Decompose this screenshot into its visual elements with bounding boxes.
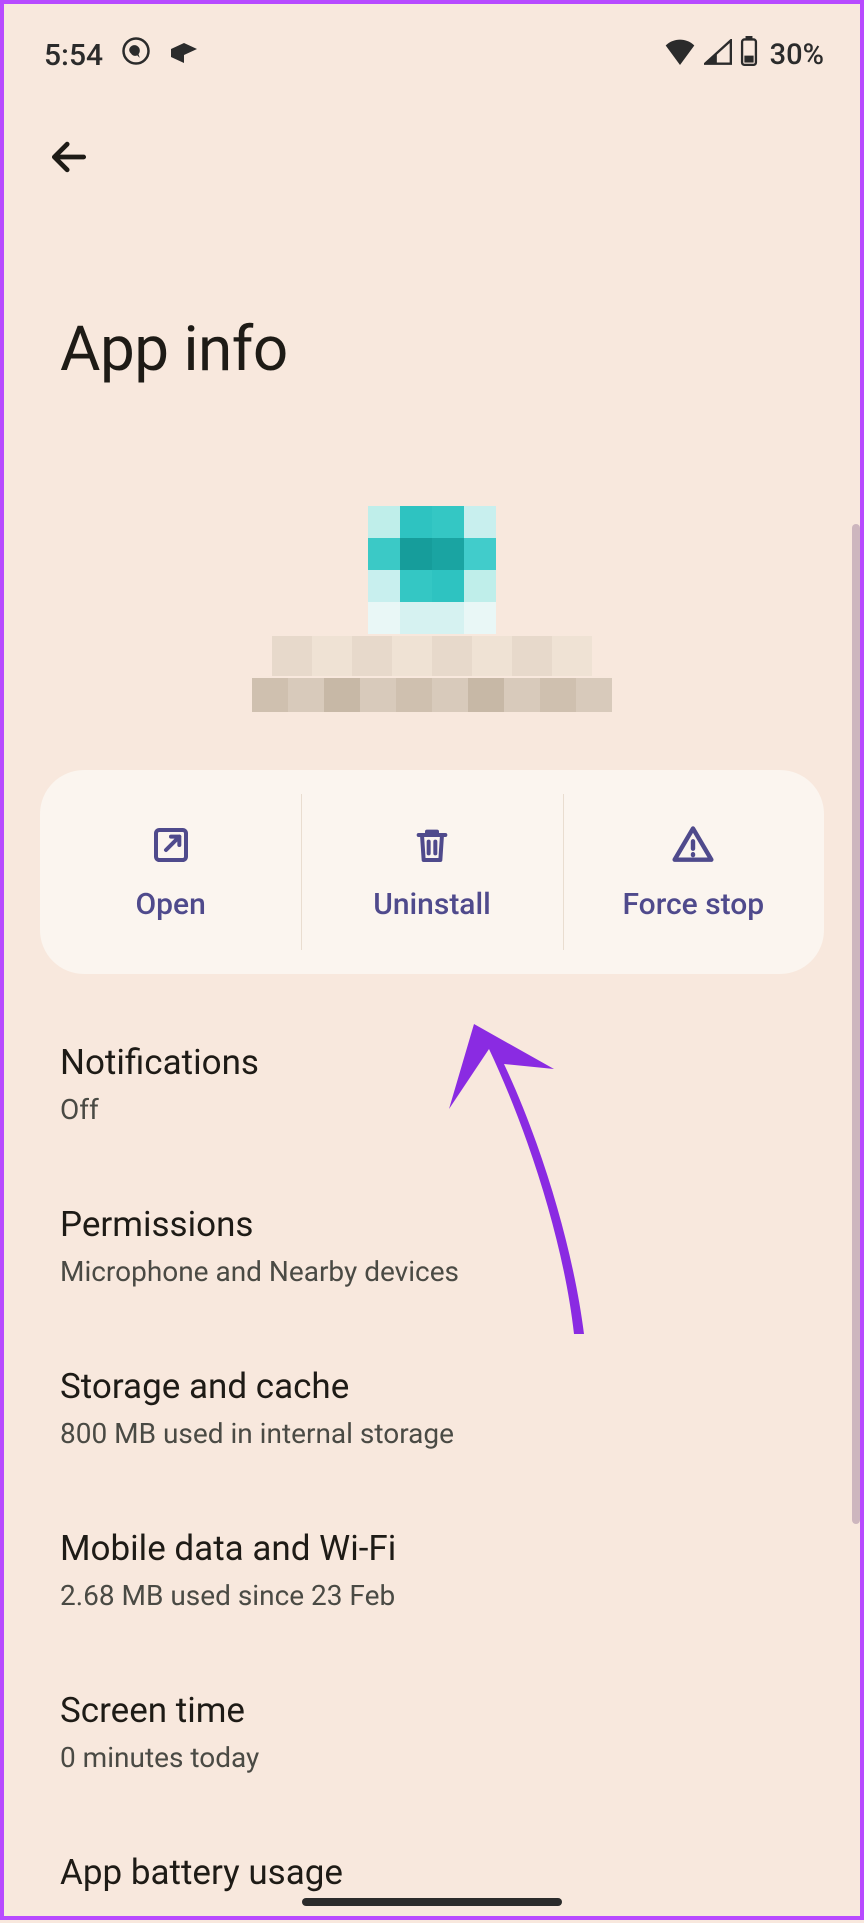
- open-button[interactable]: Open: [40, 770, 301, 974]
- row-subtitle: Microphone and Nearby devices: [60, 1255, 804, 1288]
- page-title: App info: [4, 183, 860, 386]
- scrollbar[interactable]: [852, 524, 860, 1524]
- uninstall-label: Uninstall: [373, 887, 491, 922]
- app-subname-redacted: [252, 678, 612, 712]
- row-title: Screen time: [60, 1690, 804, 1731]
- row-subtitle: 0 minutes today: [60, 1741, 804, 1774]
- settings-list: Notifications Off Permissions Microphone…: [4, 1014, 860, 1923]
- open-icon: [149, 823, 193, 867]
- action-card: Open Uninstall Force stop: [40, 770, 824, 974]
- status-right: 30%: [664, 36, 824, 74]
- row-title: Mobile data and Wi-Fi: [60, 1528, 804, 1569]
- row-storage[interactable]: Storage and cache 800 MB used in interna…: [60, 1338, 804, 1480]
- app-identity: [4, 506, 860, 712]
- row-screen-time[interactable]: Screen time 0 minutes today: [60, 1662, 804, 1804]
- uninstall-button[interactable]: Uninstall: [301, 770, 562, 974]
- battery-icon: [740, 36, 758, 74]
- row-subtitle: 800 MB used in internal storage: [60, 1417, 804, 1450]
- row-title: App battery usage: [60, 1852, 804, 1893]
- row-mobile-data[interactable]: Mobile data and Wi-Fi 2.68 MB used since…: [60, 1500, 804, 1642]
- status-time: 5:54: [44, 38, 103, 73]
- whatsapp-icon: [121, 36, 151, 74]
- status-bar: 5:54 30%: [4, 4, 860, 84]
- status-left: 5:54: [44, 36, 199, 74]
- row-title: Notifications: [60, 1042, 804, 1083]
- package-icon: [169, 38, 199, 73]
- app-icon: [368, 506, 496, 634]
- row-subtitle: 2.68 MB used since 23 Feb: [60, 1579, 804, 1612]
- row-notifications[interactable]: Notifications Off: [60, 1014, 804, 1156]
- row-title: Permissions: [60, 1204, 804, 1245]
- row-subtitle: Off: [60, 1093, 804, 1126]
- app-name-redacted: [272, 636, 592, 676]
- back-button[interactable]: [44, 132, 94, 182]
- row-title: Storage and cache: [60, 1366, 804, 1407]
- wifi-icon: [664, 38, 696, 73]
- row-battery-usage[interactable]: App battery usage: [60, 1824, 804, 1923]
- arrow-left-icon: [47, 135, 91, 179]
- trash-icon: [410, 823, 454, 867]
- row-permissions[interactable]: Permissions Microphone and Nearby device…: [60, 1176, 804, 1318]
- gesture-bar[interactable]: [302, 1898, 562, 1906]
- signal-icon: [704, 38, 732, 73]
- open-label: Open: [136, 887, 206, 922]
- force-stop-button[interactable]: Force stop: [563, 770, 824, 974]
- battery-percent: 30%: [770, 38, 824, 72]
- warning-icon: [671, 823, 715, 867]
- force-stop-label: Force stop: [622, 887, 764, 922]
